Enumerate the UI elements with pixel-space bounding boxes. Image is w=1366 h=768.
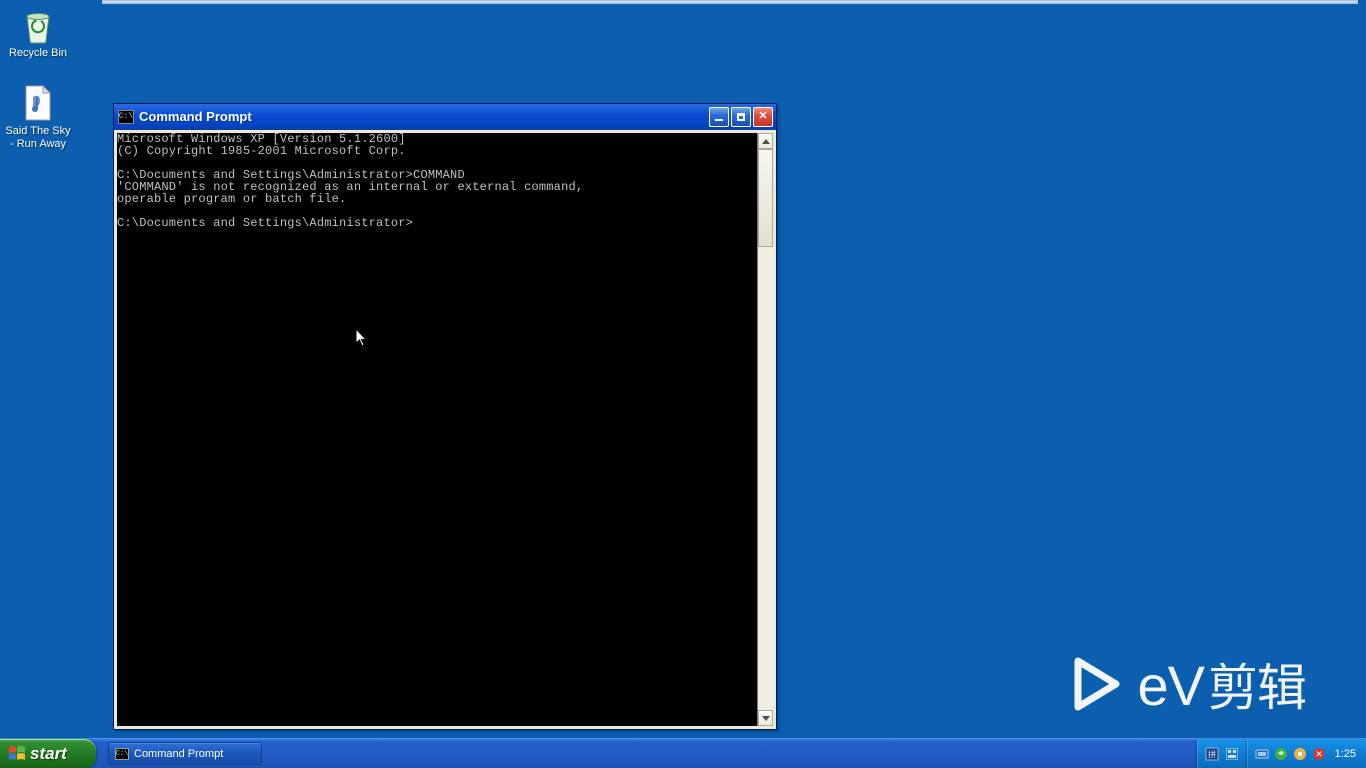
close-button[interactable]: ✕: [753, 107, 773, 127]
start-label: start: [30, 744, 67, 764]
start-button[interactable]: start: [0, 739, 96, 768]
cmd-icon: C:\: [118, 110, 134, 124]
desktop-icon-recycle-bin[interactable]: Recycle Bin: [2, 6, 74, 60]
music-file-icon: [21, 84, 55, 122]
recycle-bin-icon: [21, 6, 55, 44]
play-icon: [1070, 657, 1124, 711]
taskbar-spacer: [262, 739, 1197, 768]
taskbar-item-command-prompt[interactable]: C:\ Command Prompt: [108, 742, 262, 765]
desktop-icon-label: Recycle Bin: [2, 47, 74, 60]
tray-shield-icon[interactable]: ✕: [1312, 747, 1326, 761]
watermark: eV剪辑: [1070, 648, 1307, 720]
title-bar[interactable]: C:\ Command Prompt ✕: [114, 104, 776, 130]
scroll-down-button[interactable]: [758, 710, 773, 726]
window-title: Command Prompt: [139, 109, 709, 124]
desktop-icon-label: Said The Sky - Run Away: [2, 125, 74, 151]
taskbar[interactable]: start C:\ Command Prompt 拼 ✕ 1:25: [0, 738, 1366, 768]
taskbar-item-label: Command Prompt: [134, 748, 223, 760]
watermark-brand-cjk: 剪辑: [1208, 648, 1306, 720]
tray-icon-1[interactable]: [1255, 747, 1269, 761]
windows-flag-icon: [8, 745, 26, 763]
command-prompt-window[interactable]: C:\ Command Prompt ✕ Microsoft Windows X…: [113, 103, 777, 730]
ime-icon[interactable]: 拼: [1205, 747, 1219, 761]
taskbar-clock[interactable]: 1:25: [1335, 748, 1356, 760]
maximize-button[interactable]: [731, 107, 751, 127]
minimize-button[interactable]: [709, 107, 729, 127]
top-window-strip: [102, 0, 1358, 4]
vertical-scrollbar[interactable]: [757, 133, 773, 726]
tray-icon-2[interactable]: [1274, 747, 1288, 761]
scroll-thumb[interactable]: [758, 149, 773, 247]
terminal-output[interactable]: Microsoft Windows XP [Version 5.1.2600] …: [117, 133, 757, 726]
scroll-up-button[interactable]: [758, 133, 773, 149]
system-tray[interactable]: ✕ 1:25: [1247, 739, 1366, 768]
svg-text:✕: ✕: [1315, 749, 1323, 759]
cmd-icon: C:\: [115, 748, 129, 760]
desktop-icon-music-file[interactable]: Said The Sky - Run Away: [2, 84, 74, 151]
svg-text:拼: 拼: [1208, 749, 1216, 759]
ime-options-icon[interactable]: [1225, 747, 1239, 761]
tray-language-area[interactable]: 拼: [1197, 739, 1247, 768]
watermark-brand-latin: eV: [1138, 653, 1205, 718]
tray-icon-3[interactable]: [1293, 747, 1307, 761]
